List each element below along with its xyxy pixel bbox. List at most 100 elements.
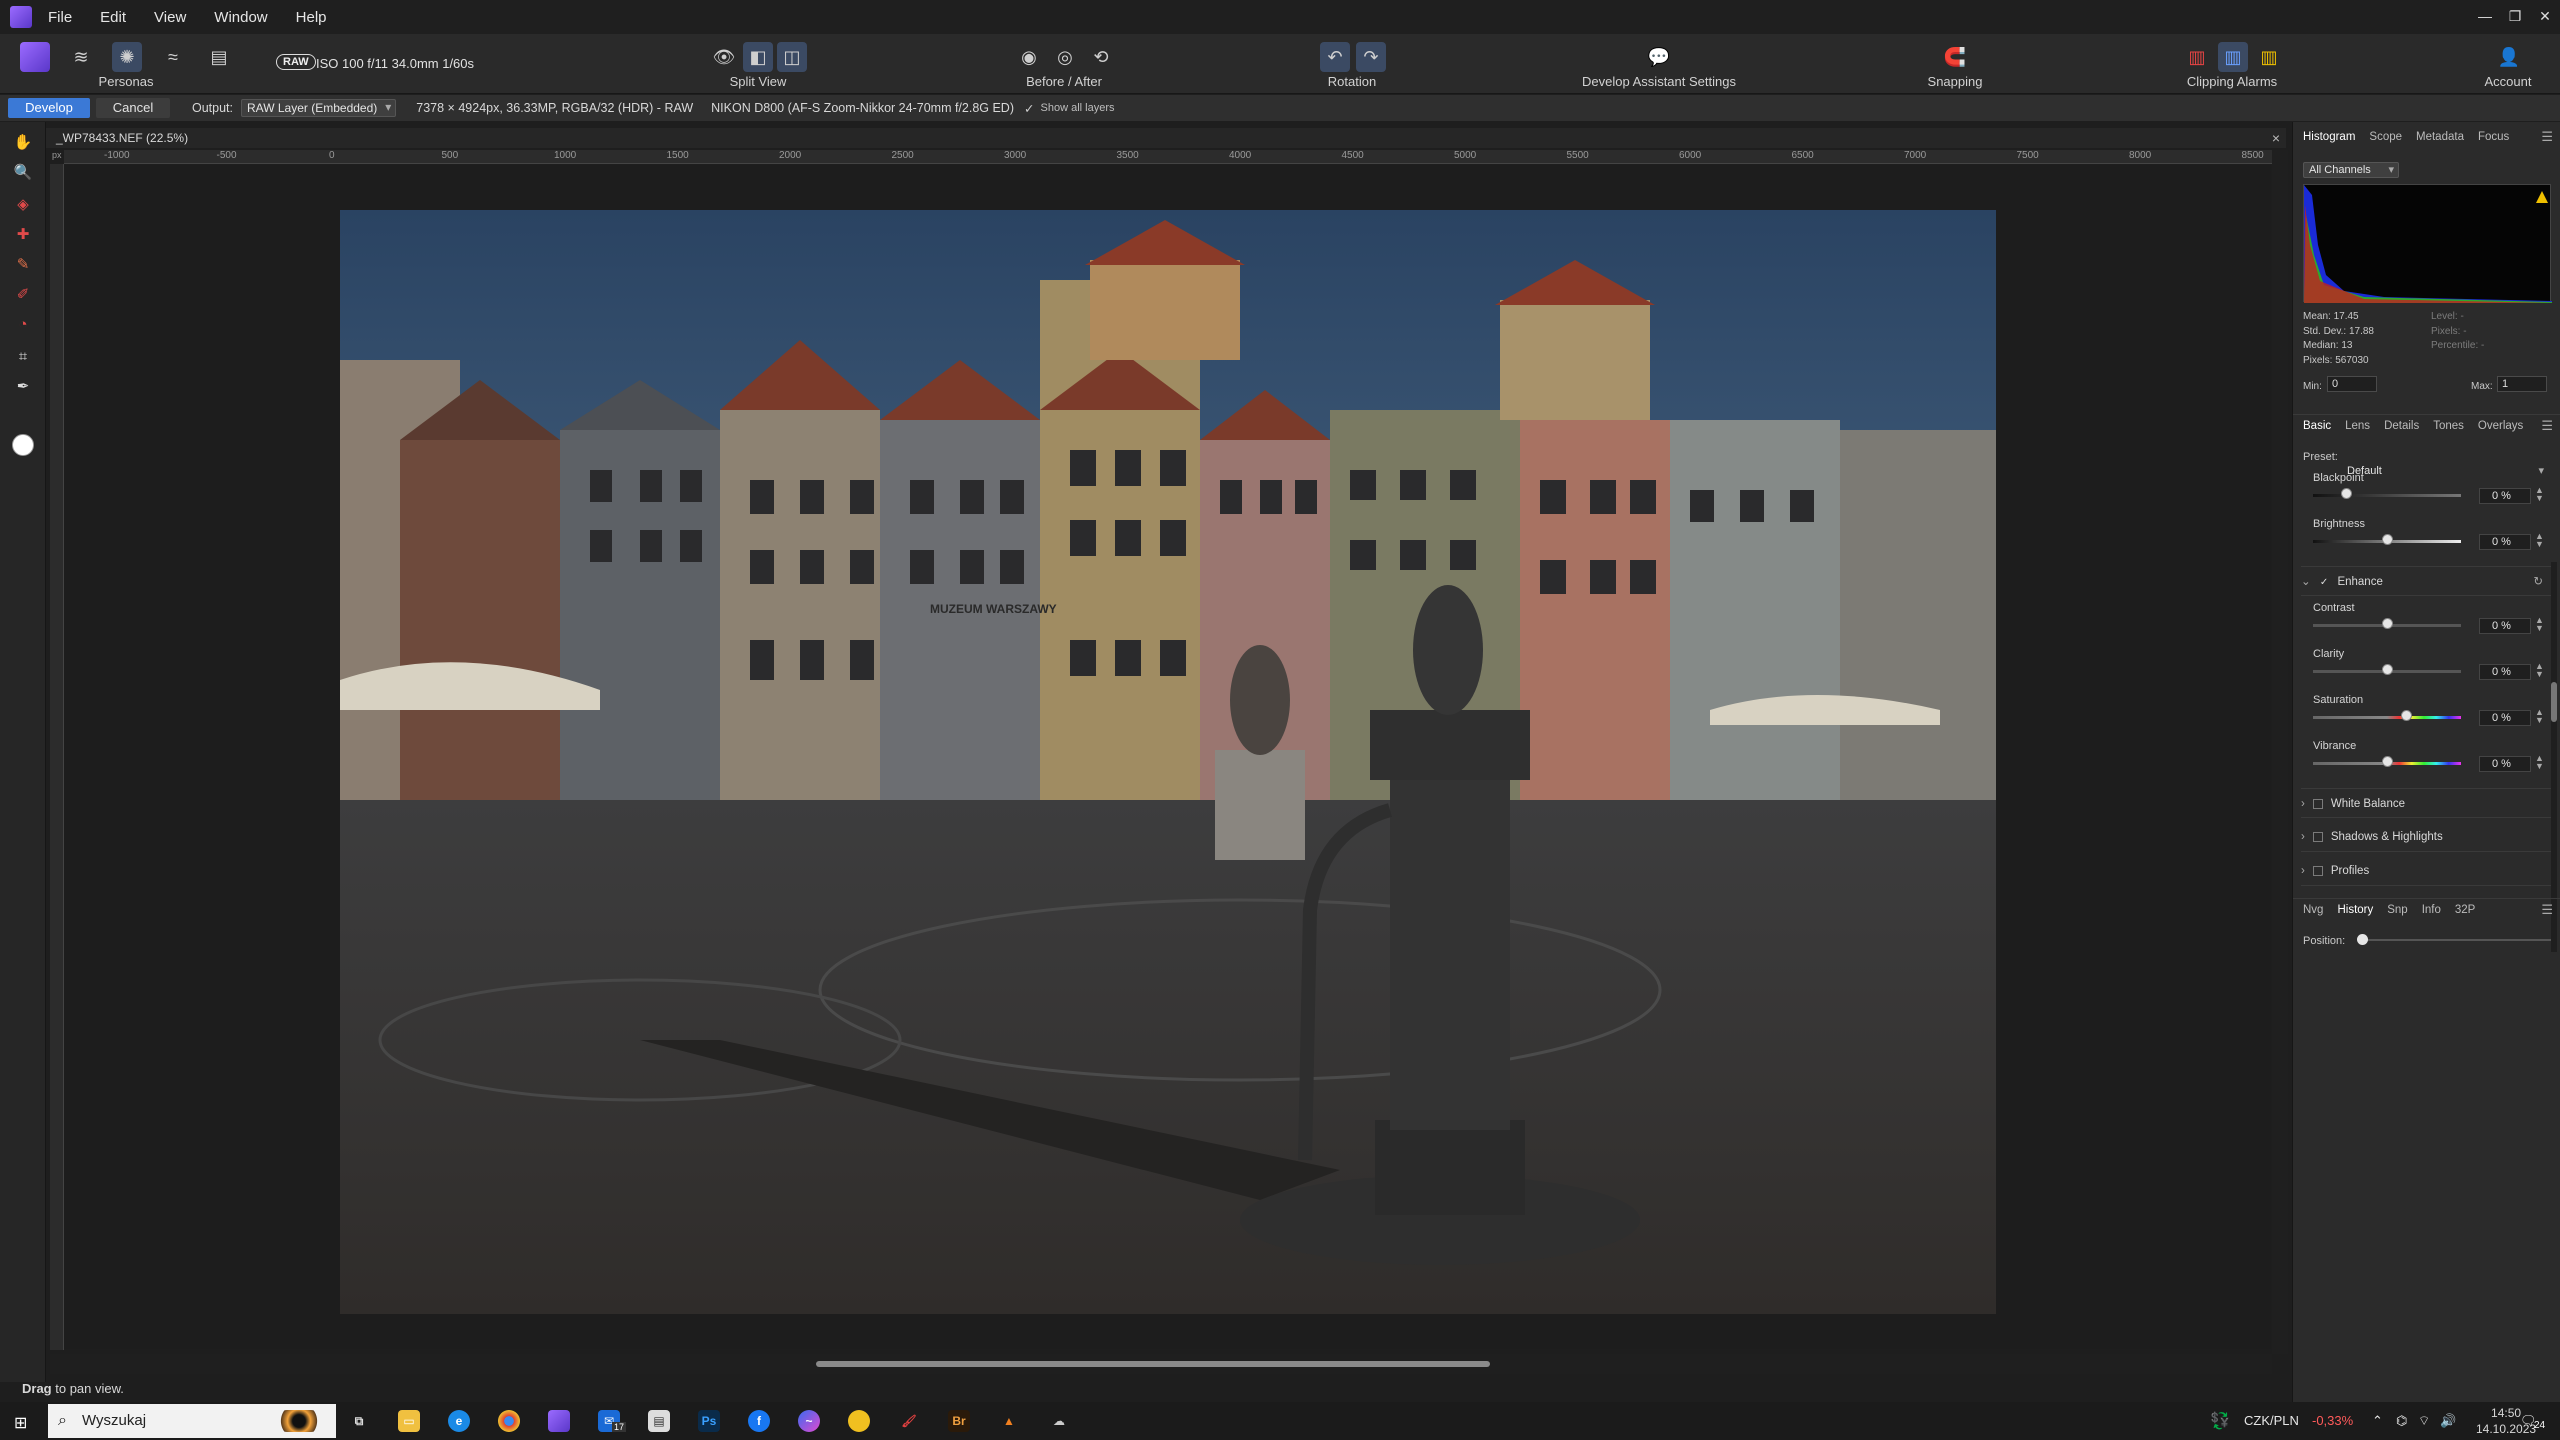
contrast-slider[interactable]: Contrast 0 % ▲ ▼: [2303, 602, 2551, 648]
min-input[interactable]: 0: [2327, 376, 2377, 392]
vibrance-slider[interactable]: Vibrance 0 % ▲ ▼: [2303, 740, 2551, 786]
shadows-highlights-checkbox[interactable]: [2312, 831, 2323, 842]
overlay-paint-tool-icon[interactable]: ✎: [13, 254, 33, 274]
network-icon[interactable]: ⌬: [2396, 1402, 2407, 1440]
color-swatch[interactable]: [12, 434, 34, 456]
tab-overlays[interactable]: Overlays: [2478, 420, 2523, 432]
photo-image[interactable]: MUZEUM WARSZAWY: [340, 210, 1996, 1314]
close-icon[interactable]: ✕: [2530, 0, 2560, 34]
clarity-value[interactable]: 0 %: [2479, 664, 2531, 680]
contrast-knob[interactable]: [2382, 618, 2393, 629]
clip-shadows-icon[interactable]: ▥: [2182, 42, 2212, 72]
snapping-icon[interactable]: 🧲: [1940, 42, 1970, 72]
profiles-checkbox[interactable]: [2312, 865, 2323, 876]
develop-persona-icon[interactable]: ✺: [112, 42, 142, 72]
split-view-icon[interactable]: ◧: [743, 42, 773, 72]
develop-panel-scrollbar[interactable]: [2551, 562, 2557, 952]
facebook-icon[interactable]: f: [748, 1410, 770, 1432]
task-view-icon[interactable]: ⧉: [348, 1410, 370, 1432]
mirror-view-icon[interactable]: ◫: [777, 42, 807, 72]
tab-info[interactable]: Info: [2422, 904, 2441, 916]
show-layers-check-icon[interactable]: ✓: [1024, 101, 1034, 116]
blackpoint-slider[interactable]: Blackpoint 0 % ▲ ▼: [2303, 472, 2551, 518]
red-eye-tool-icon[interactable]: ◈: [13, 194, 33, 214]
history-panel-menu-icon[interactable]: ☰: [2541, 902, 2553, 918]
chevron-right-icon[interactable]: ›: [2301, 798, 2305, 810]
menu-help[interactable]: Help: [296, 9, 327, 26]
wifi-icon[interactable]: ⌔: [2418, 1402, 2430, 1440]
tab-focus[interactable]: Focus: [2478, 131, 2509, 143]
chevron-down-icon[interactable]: ⌄: [2301, 576, 2311, 588]
chevron-right-icon[interactable]: ›: [2301, 865, 2305, 877]
channel-select[interactable]: All Channels: [2303, 162, 2399, 178]
history-position-knob[interactable]: [2357, 934, 2368, 945]
tone-mapping-persona-icon[interactable]: ≈: [158, 42, 188, 72]
vlc-icon[interactable]: ▲: [998, 1410, 1020, 1432]
chrome-icon[interactable]: [498, 1410, 520, 1432]
menu-edit[interactable]: Edit: [100, 9, 126, 26]
vibrance-spinner-icon[interactable]: ▲ ▼: [2535, 754, 2544, 771]
currency-widget-icon[interactable]: 💱: [2210, 1411, 2230, 1431]
notepad-icon[interactable]: ▤: [648, 1410, 670, 1432]
white-balance-checkbox[interactable]: [2312, 798, 2323, 809]
export-persona-icon[interactable]: ▤: [204, 42, 234, 72]
before-icon[interactable]: ◉: [1014, 42, 1044, 72]
clip-midtones-icon[interactable]: ▥: [2218, 42, 2248, 72]
shadows-highlights-section[interactable]: › Shadows & Highlights: [2301, 822, 2553, 852]
affinity-photo-taskbar-icon[interactable]: [548, 1410, 570, 1432]
tab-snapshots[interactable]: Snp: [2387, 904, 2407, 916]
file-explorer-icon[interactable]: ▭: [398, 1410, 420, 1432]
zoom-tool-icon[interactable]: 🔍: [13, 162, 33, 182]
develop-panel-menu-icon[interactable]: ☰: [2541, 418, 2553, 434]
tab-metadata[interactable]: Metadata: [2416, 131, 2464, 143]
tab-tones[interactable]: Tones: [2433, 420, 2464, 432]
blackpoint-value[interactable]: 0 %: [2479, 488, 2531, 504]
menu-window[interactable]: Window: [214, 9, 267, 26]
horizontal-scroll-thumb[interactable]: [816, 1361, 1490, 1367]
overlay-erase-tool-icon[interactable]: ✐: [13, 284, 33, 304]
blackpoint-spinner-icon[interactable]: ▲ ▼: [2535, 486, 2544, 503]
white-balance-section[interactable]: › White Balance: [2301, 788, 2553, 818]
blemish-tool-icon[interactable]: ✚: [13, 224, 33, 244]
clarity-spinner-icon[interactable]: ▲ ▼: [2535, 662, 2544, 679]
swap-icon[interactable]: ⟲: [1086, 42, 1116, 72]
currency-pair[interactable]: CZK/PLN: [2244, 1402, 2299, 1440]
menu-view[interactable]: View: [154, 9, 186, 26]
brightness-slider[interactable]: Brightness 0 % ▲ ▼: [2303, 518, 2551, 564]
saturation-knob[interactable]: [2401, 710, 2412, 721]
saturation-value[interactable]: 0 %: [2479, 710, 2531, 726]
history-position-track[interactable]: [2361, 939, 2551, 941]
tray-overflow-icon[interactable]: ⌃: [2372, 1402, 2383, 1440]
weather-app-icon[interactable]: ☁: [1048, 1410, 1070, 1432]
messenger-icon[interactable]: ~: [798, 1410, 820, 1432]
contrast-value[interactable]: 0 %: [2479, 618, 2531, 634]
split-view-off-icon[interactable]: 👁: [709, 42, 739, 72]
vibrance-knob[interactable]: [2382, 756, 2393, 767]
profiles-section[interactable]: › Profiles: [2301, 856, 2553, 886]
overlay-gradient-tool-icon[interactable]: ◔: [13, 314, 33, 334]
saturation-track[interactable]: [2313, 716, 2461, 719]
photo-persona-icon[interactable]: [20, 42, 50, 72]
rotate-right-icon[interactable]: ↷: [1356, 42, 1386, 72]
enhance-section[interactable]: ⌄ ✓ Enhance ↻: [2301, 566, 2553, 596]
develop-button[interactable]: Develop: [8, 98, 90, 118]
volume-icon[interactable]: 🔊: [2440, 1402, 2456, 1440]
reset-icon[interactable]: ↻: [2533, 567, 2543, 597]
bridge-icon[interactable]: Br: [948, 1410, 970, 1432]
enhance-check-icon[interactable]: ✓: [2320, 577, 2328, 588]
blackpoint-knob[interactable]: [2341, 488, 2352, 499]
tab-basic[interactable]: Basic: [2303, 420, 2331, 432]
tab-32p[interactable]: 32P: [2455, 904, 2475, 916]
chevron-right-icon[interactable]: ›: [2301, 831, 2305, 843]
account-icon[interactable]: 👤: [2494, 42, 2524, 72]
tab-navigator[interactable]: Nvg: [2303, 904, 2323, 916]
vertical-scrollbar[interactable]: [2272, 150, 2288, 1354]
white-balance-tool-icon[interactable]: ✒: [13, 376, 33, 396]
edge-icon[interactable]: e: [448, 1410, 470, 1432]
liquify-persona-icon[interactable]: ≋: [66, 42, 96, 72]
rotate-left-icon[interactable]: ↶: [1320, 42, 1350, 72]
photoshop-icon[interactable]: Ps: [698, 1410, 720, 1432]
develop-panel-scroll-thumb[interactable]: [2551, 682, 2557, 722]
hand-tool-icon[interactable]: ✋: [13, 132, 33, 152]
cancel-button[interactable]: Cancel: [96, 98, 170, 118]
